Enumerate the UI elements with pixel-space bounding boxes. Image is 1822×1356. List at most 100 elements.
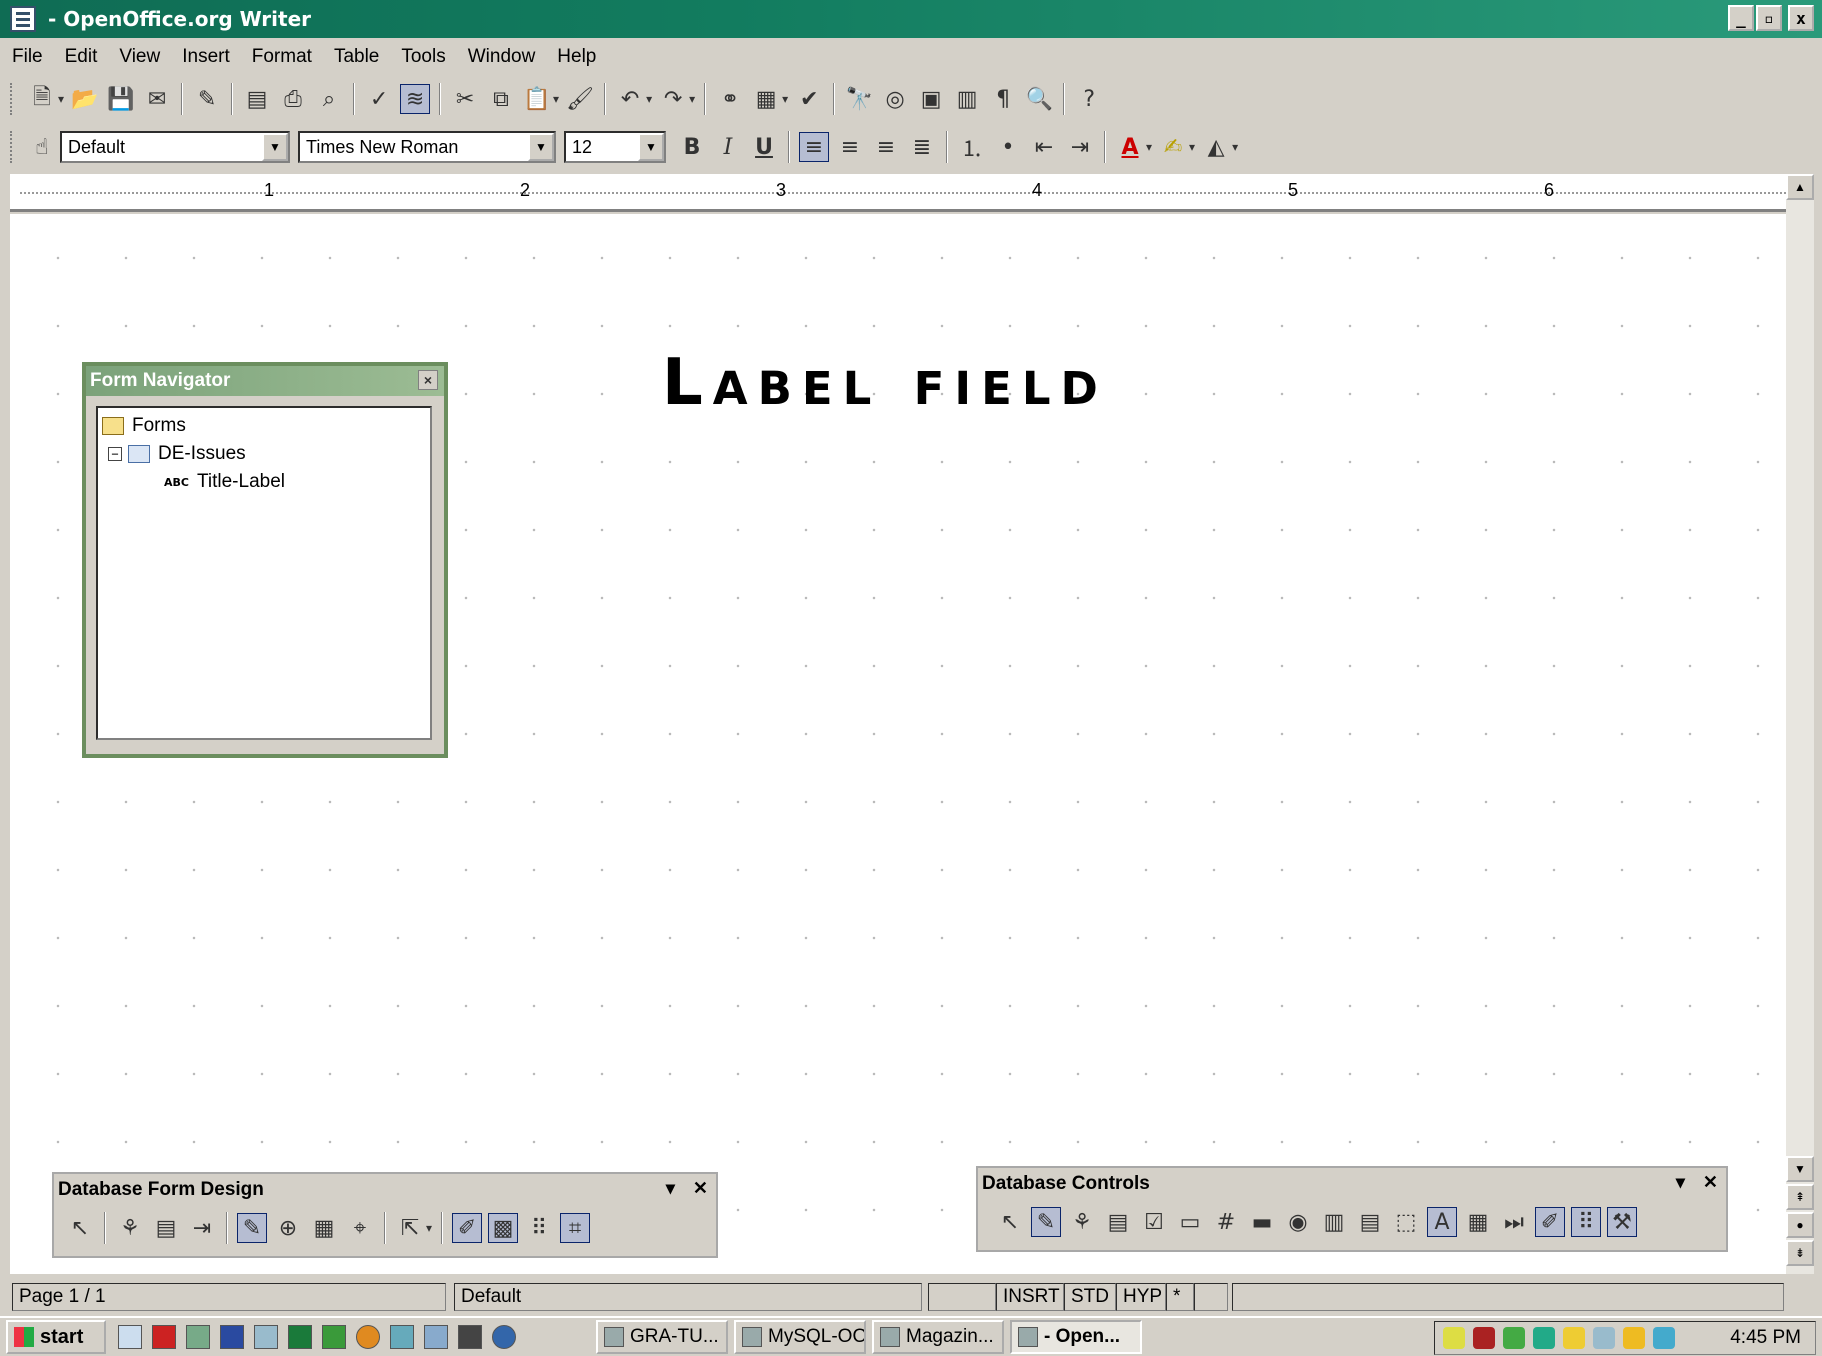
- decrease-indent-icon[interactable]: ⇤: [1029, 132, 1059, 162]
- horizontal-ruler[interactable]: 1 2 3 4 5 6: [10, 174, 1800, 212]
- show-desktop-icon[interactable]: [118, 1325, 142, 1349]
- align-center-icon[interactable]: ≡: [835, 132, 865, 162]
- tree-item-forms[interactable]: Forms: [102, 412, 426, 440]
- gallery-icon[interactable]: ▣: [916, 84, 946, 114]
- close-button[interactable]: x: [1788, 5, 1814, 31]
- option-button-control-icon[interactable]: ◉: [1283, 1207, 1313, 1237]
- form-navigator-titlebar[interactable]: Form Navigator ×: [86, 366, 444, 396]
- more-controls-icon[interactable]: ⠿: [1571, 1207, 1601, 1237]
- paragraph-style-combo[interactable]: Default ▼: [60, 131, 290, 163]
- table-control-icon[interactable]: ▦: [1463, 1207, 1493, 1237]
- copy-icon[interactable]: ⧉: [486, 84, 516, 114]
- data-sources-icon[interactable]: ▥: [952, 84, 982, 114]
- add-field-icon[interactable]: ⊕: [273, 1213, 303, 1243]
- select-pointer-icon[interactable]: ↖: [65, 1213, 95, 1243]
- toolbar-titlebar[interactable]: Database Form Design ▾ ✕: [54, 1174, 716, 1206]
- status-page-style[interactable]: Default: [454, 1283, 922, 1311]
- underline-icon[interactable]: U: [749, 132, 779, 162]
- menu-file[interactable]: File: [12, 46, 43, 68]
- nonprinting-characters-icon[interactable]: ¶: [988, 84, 1018, 114]
- word-icon[interactable]: [220, 1325, 244, 1349]
- undo-icon[interactable]: ↶: [615, 84, 645, 114]
- tree-item-de-issues[interactable]: − DE-Issues: [102, 440, 426, 468]
- next-page-icon[interactable]: ⇟: [1786, 1240, 1814, 1266]
- excel-icon[interactable]: [288, 1325, 312, 1349]
- collapse-icon[interactable]: −: [108, 447, 122, 461]
- activation-order-icon[interactable]: ⇥: [187, 1213, 217, 1243]
- redo-icon[interactable]: ↷: [658, 84, 688, 114]
- menu-window[interactable]: Window: [468, 46, 536, 68]
- toolbar-grip[interactable]: [10, 131, 14, 163]
- form-properties-icon[interactable]: ▤: [151, 1213, 181, 1243]
- save-icon[interactable]: 💾: [106, 84, 136, 114]
- task-button-active[interactable]: - Open...: [1010, 1320, 1142, 1354]
- label-field-control[interactable]: Label field: [662, 346, 1108, 420]
- font-color-dropdown-icon[interactable]: ▾: [1146, 140, 1152, 154]
- firefox-icon[interactable]: [356, 1325, 380, 1349]
- app-icon[interactable]: [152, 1325, 176, 1349]
- increase-indent-icon[interactable]: ⇥: [1065, 132, 1095, 162]
- push-button-control-icon[interactable]: ▬: [1247, 1207, 1277, 1237]
- paste-icon[interactable]: 📋: [522, 84, 552, 114]
- label-field-control-icon[interactable]: A: [1427, 1207, 1457, 1237]
- select-pointer-icon[interactable]: ↖: [995, 1207, 1025, 1237]
- bold-icon[interactable]: B: [677, 132, 707, 162]
- menu-format[interactable]: Format: [252, 46, 312, 68]
- security-icon[interactable]: [1473, 1327, 1495, 1349]
- close-icon[interactable]: ✕: [693, 1178, 708, 1199]
- list-box-control-icon[interactable]: ▥: [1319, 1207, 1349, 1237]
- redo-dropdown-icon[interactable]: ▾: [689, 92, 695, 106]
- close-icon[interactable]: ×: [418, 370, 438, 390]
- network-icon[interactable]: [1503, 1327, 1525, 1349]
- print-icon[interactable]: ⎙: [278, 84, 308, 114]
- menu-edit[interactable]: Edit: [65, 46, 98, 68]
- volume-icon[interactable]: [1443, 1327, 1465, 1349]
- group-box-control-icon[interactable]: ⬚: [1391, 1207, 1421, 1237]
- scroll-up-icon[interactable]: ▲: [1786, 174, 1814, 200]
- vertical-scrollbar[interactable]: ▲ ▼ ⇞ ● ⇟: [1786, 174, 1814, 1274]
- design-mode-icon[interactable]: ✎: [237, 1213, 267, 1243]
- chevron-down-icon[interactable]: ▼: [528, 133, 554, 161]
- helplines-icon[interactable]: ⌗: [560, 1213, 591, 1243]
- edit-file-icon[interactable]: ✎: [192, 84, 222, 114]
- menu-tools[interactable]: Tools: [401, 46, 445, 68]
- scroll-down-icon[interactable]: ▼: [1786, 1156, 1814, 1182]
- background-color-icon[interactable]: ◭: [1201, 132, 1231, 162]
- menu-table[interactable]: Table: [334, 46, 379, 68]
- zoom-icon[interactable]: 🔍: [1024, 84, 1054, 114]
- app-icon[interactable]: [424, 1325, 448, 1349]
- status-insert-mode[interactable]: INSRT: [996, 1283, 1064, 1311]
- find-replace-icon[interactable]: 🔭: [844, 84, 874, 114]
- new-document-icon[interactable]: 🗎: [27, 84, 57, 114]
- text-box-control-icon[interactable]: ▭: [1175, 1207, 1205, 1237]
- position-dropdown-icon[interactable]: ▾: [426, 1221, 432, 1235]
- status-zoom[interactable]: [928, 1283, 996, 1311]
- navigation-bar-icon[interactable]: ⏭: [1499, 1207, 1529, 1237]
- italic-icon[interactable]: I: [713, 132, 743, 162]
- background-dropdown-icon[interactable]: ▾: [1232, 140, 1238, 154]
- app-icon[interactable]: [390, 1325, 414, 1349]
- app-tray-icon[interactable]: [1563, 1327, 1585, 1349]
- app-icon[interactable]: [186, 1325, 210, 1349]
- formatted-field-icon[interactable]: #: [1211, 1207, 1241, 1237]
- table-dropdown-icon[interactable]: ▾: [782, 92, 788, 106]
- page-preview-icon[interactable]: ⌕: [314, 84, 344, 114]
- font-color-icon[interactable]: A: [1115, 132, 1145, 162]
- task-button[interactable]: GRA-TU...: [596, 1320, 728, 1354]
- task-button[interactable]: Magazin...: [872, 1320, 1004, 1354]
- highlighting-icon[interactable]: ✍: [1158, 132, 1188, 162]
- numbering-icon[interactable]: ⒈: [957, 132, 987, 162]
- cut-icon[interactable]: ✂: [450, 84, 480, 114]
- status-selection-mode[interactable]: STD: [1064, 1283, 1116, 1311]
- chevron-down-icon[interactable]: ▼: [262, 133, 288, 161]
- design-wizard-icon[interactable]: ✐: [1535, 1207, 1565, 1237]
- snap-to-grid-icon[interactable]: ⠿: [524, 1213, 554, 1243]
- chevron-down-icon[interactable]: ▼: [638, 133, 664, 161]
- form-properties-icon[interactable]: ▤: [1103, 1207, 1133, 1237]
- focus-control-icon[interactable]: ⌖: [345, 1213, 375, 1243]
- hyperlink-icon[interactable]: ⚭: [715, 84, 745, 114]
- writer-app-icon[interactable]: [10, 6, 36, 32]
- open-folder-icon[interactable]: 📂: [70, 84, 100, 114]
- toolbar-menu-icon[interactable]: ▾: [666, 1178, 675, 1199]
- globe-icon[interactable]: [492, 1325, 516, 1349]
